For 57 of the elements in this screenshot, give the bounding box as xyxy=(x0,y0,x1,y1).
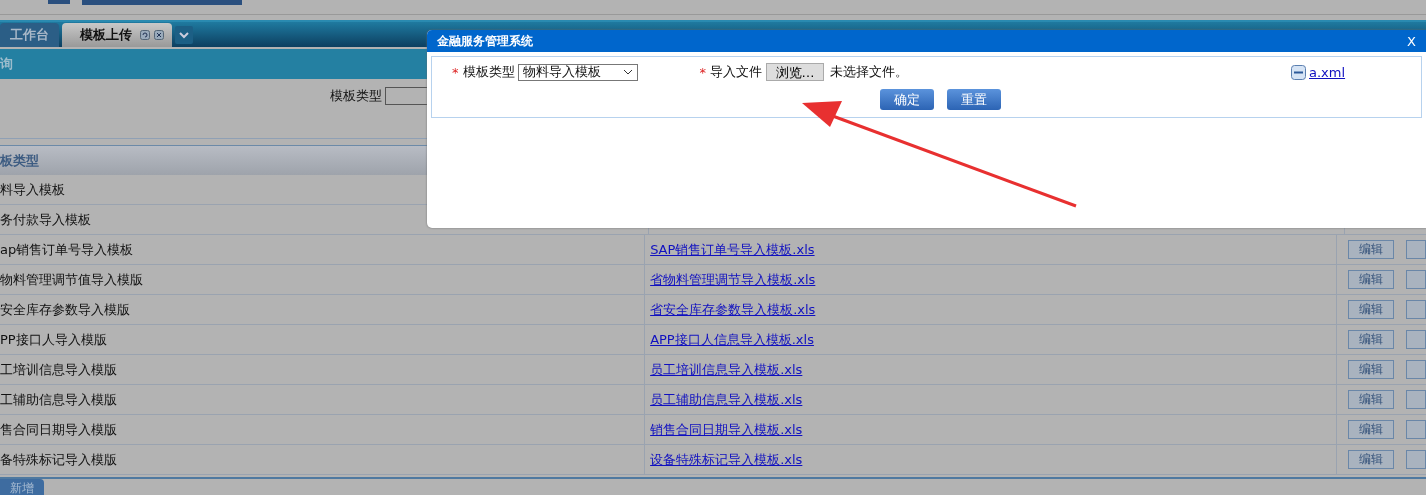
dialog-title: 金融服务管理系统 xyxy=(437,32,533,50)
file-link[interactable]: 设备特殊标记导入模板.xls xyxy=(650,450,803,469)
table-cell-text: 务付款导入模板 xyxy=(0,210,92,229)
delete-button[interactable] xyxy=(1406,360,1426,379)
column-header: 板类型 xyxy=(0,151,39,170)
refresh-icon[interactable] xyxy=(140,30,150,40)
table-cell-text: 物料管理调节值导入模版 xyxy=(0,270,144,289)
edit-button[interactable]: 编辑 xyxy=(1348,330,1394,349)
panel-title: 询 xyxy=(0,55,13,73)
reset-button[interactable]: 重置 xyxy=(947,89,1001,110)
tab[interactable]: 模板上传 xyxy=(62,23,172,47)
browse-button[interactable]: 浏览… xyxy=(766,63,824,81)
edit-button[interactable]: 编辑 xyxy=(1348,360,1394,379)
table-cell-text: 工培训信息导入模版 xyxy=(0,360,118,379)
close-button[interactable]: X xyxy=(1407,33,1416,49)
table-cell-text: 料导入模板 xyxy=(0,180,66,199)
table-cell-text: PP接口人导入模版 xyxy=(0,330,108,349)
table-cell-text: 工辅助信息导入模版 xyxy=(0,390,118,409)
edit-button[interactable]: 编辑 xyxy=(1348,420,1394,439)
delete-button[interactable] xyxy=(1406,270,1426,289)
caret-icon xyxy=(622,69,633,75)
edit-button[interactable]: 编辑 xyxy=(1348,240,1394,259)
required-mark: * xyxy=(699,64,706,80)
dropdown-icon[interactable] xyxy=(175,26,193,44)
file-link[interactable]: SAP销售订单号导入模板.xls xyxy=(650,240,815,259)
required-mark: * xyxy=(452,64,459,80)
field-label: 导入文件 xyxy=(710,63,762,81)
file-link[interactable]: 省物料管理调节导入模板.xls xyxy=(650,270,816,289)
file-link[interactable]: 销售合同日期导入模板.xls xyxy=(650,420,803,439)
file-link[interactable]: 省安全库存参数导入模板.xls xyxy=(650,300,816,319)
file-link[interactable]: 员工培训信息导入模板.xls xyxy=(650,360,803,379)
type-select[interactable]: 物料导入模板 xyxy=(517,63,638,81)
edit-button[interactable]: 编辑 xyxy=(1348,450,1394,469)
edit-button[interactable]: 编辑 xyxy=(1348,390,1394,409)
table-cell-text: 售合同日期导入模版 xyxy=(0,420,118,439)
file-link[interactable]: APP接口人信息导入模板.xls xyxy=(650,330,814,349)
confirm-button[interactable]: 确定 xyxy=(880,89,934,110)
file-status: 未选择文件。 xyxy=(830,63,908,81)
file-link[interactable]: 员工辅助信息导入模板.xls xyxy=(650,390,803,409)
delete-button[interactable] xyxy=(1406,330,1426,349)
add-button[interactable]: 新增 xyxy=(0,479,44,495)
tab[interactable]: 工作台 xyxy=(0,23,59,47)
edit-button[interactable]: 编辑 xyxy=(1348,300,1394,319)
delete-button[interactable] xyxy=(1406,390,1426,409)
delete-button[interactable] xyxy=(1406,420,1426,439)
table-cell-text: 安全库存参数导入模版 xyxy=(0,300,131,319)
edit-button[interactable]: 编辑 xyxy=(1348,270,1394,289)
delete-button[interactable] xyxy=(1406,450,1426,469)
attachment-link[interactable]: a.xml xyxy=(1309,64,1346,80)
field-label: 模板类型 xyxy=(330,87,382,105)
delete-button[interactable] xyxy=(1406,240,1426,259)
table-cell-text: ap销售订单号导入模板 xyxy=(0,240,135,259)
field-label: 模板类型 xyxy=(462,63,515,81)
close-icon[interactable] xyxy=(154,30,164,40)
delete-button[interactable] xyxy=(1406,300,1426,319)
minus-icon[interactable] xyxy=(1291,64,1306,80)
table-cell-text: 备特殊标记导入模版 xyxy=(0,450,118,469)
